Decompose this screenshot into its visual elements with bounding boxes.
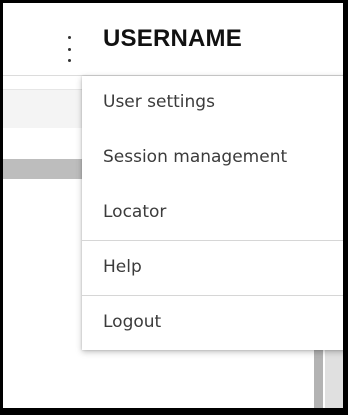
menu-item-locator[interactable]: Locator (82, 186, 343, 240)
kebab-menu-icon[interactable] (66, 36, 72, 62)
app-window: USERNAME User settings Session managemen… (3, 3, 343, 408)
menu-item-user-settings[interactable]: User settings (82, 76, 343, 130)
menu-item-label: Locator (103, 202, 167, 222)
background-panel (3, 89, 82, 128)
dot (67, 59, 71, 62)
dot (67, 47, 71, 51)
background-strip (3, 159, 82, 179)
menu-item-label: Logout (103, 312, 162, 332)
username-label: USERNAME (103, 25, 242, 52)
menu-item-label: Help (103, 257, 142, 277)
menu-item-help[interactable]: Help (82, 241, 343, 295)
menu-item-session-management[interactable]: Session management (82, 131, 343, 185)
top-header: USERNAME (3, 3, 343, 75)
background-scrollbar-track (314, 349, 323, 408)
dot (67, 36, 71, 39)
background-scrollbar-edge (325, 349, 343, 408)
user-dropdown-menu: User settings Session management Locator… (82, 76, 343, 350)
menu-item-logout[interactable]: Logout (82, 296, 343, 350)
menu-item-label: User settings (103, 92, 215, 112)
menu-item-label: Session management (103, 147, 288, 167)
